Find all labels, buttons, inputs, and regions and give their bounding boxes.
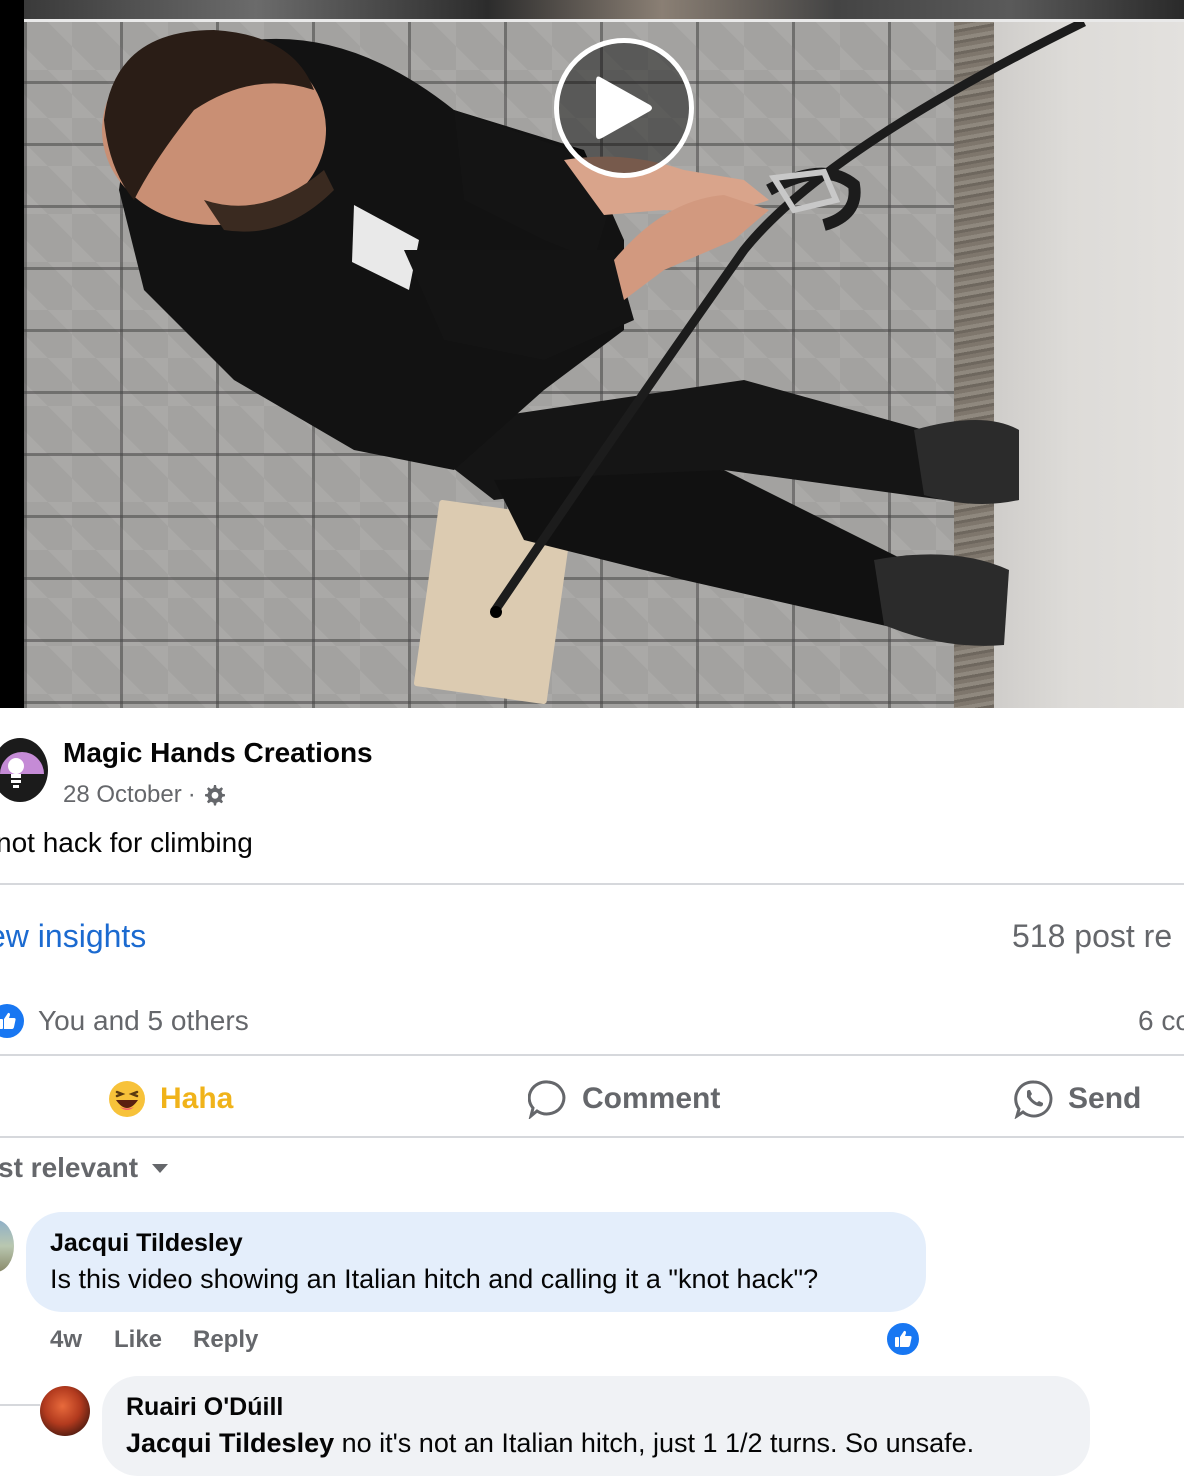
- post-text: not hack for climbing: [0, 827, 253, 858]
- video-previous-frame-strip: [24, 0, 1184, 22]
- page-name[interactable]: Magic Hands Creations: [63, 737, 373, 769]
- reply-bubble: [102, 1376, 1090, 1476]
- comment-label: Comment: [582, 1082, 721, 1115]
- meta-separator: ·: [187, 781, 196, 808]
- reply-mention[interactable]: Jacqui Tildesley: [126, 1428, 334, 1458]
- reply-text: Jacqui Tildesley no it's not an Italian …: [126, 1428, 974, 1459]
- post-date[interactable]: 28 October: [63, 781, 182, 809]
- like-reaction-badge[interactable]: [0, 1004, 24, 1038]
- video-player[interactable]: [0, 0, 1184, 708]
- reply-body: no it's not an Italian hitch, just 1 1/2…: [334, 1428, 975, 1458]
- comment-time[interactable]: 4w: [50, 1326, 82, 1354]
- caret-down-icon: [152, 1164, 169, 1173]
- divider: [0, 883, 1184, 885]
- page-avatar[interactable]: [0, 738, 48, 802]
- comment-bubble: [26, 1212, 926, 1312]
- sort-label: st relevant: [0, 1152, 139, 1183]
- play-icon: [596, 76, 652, 139]
- comment-text: Is this video showing an Italian hitch a…: [50, 1264, 819, 1294]
- comment-icon: [528, 1080, 566, 1119]
- send-label: Send: [1068, 1082, 1142, 1115]
- divider: [0, 1136, 1184, 1138]
- comment-sort-dropdown[interactable]: st relevant: [0, 1152, 170, 1184]
- thumbs-up-icon: [895, 1330, 912, 1347]
- haha-emoji-icon: [109, 1081, 145, 1117]
- haha-button[interactable]: Haha: [108, 1076, 233, 1122]
- reply-author[interactable]: Ruairi O'Dúill: [126, 1393, 283, 1422]
- thumbs-up-icon: [0, 1012, 16, 1029]
- reply-author-avatar[interactable]: [40, 1386, 90, 1436]
- commenter-avatar[interactable]: [0, 1220, 14, 1272]
- comment-reply-button[interactable]: Reply: [193, 1326, 258, 1354]
- whatsapp-icon: [1014, 1080, 1053, 1119]
- post-reach[interactable]: 518 post re: [1012, 918, 1172, 955]
- comment-button[interactable]: Comment: [528, 1076, 720, 1122]
- reactions-summary[interactable]: You and 5 others: [38, 1005, 249, 1037]
- gear-icon[interactable]: [202, 783, 226, 807]
- comment-author[interactable]: Jacqui Tildesley: [50, 1229, 243, 1258]
- play-button[interactable]: [554, 38, 694, 178]
- divider: [0, 1054, 1184, 1056]
- video-letterbox: [0, 0, 24, 708]
- comments-count[interactable]: 6 co: [1138, 1005, 1184, 1037]
- send-button[interactable]: Send: [1014, 1076, 1141, 1122]
- comment-like-button[interactable]: Like: [114, 1326, 162, 1354]
- post-meta: 28 October ·: [63, 781, 226, 809]
- lightbulb-logo-icon: [0, 752, 44, 788]
- haha-label: Haha: [160, 1082, 234, 1115]
- comment-like-reaction[interactable]: [885, 1321, 921, 1357]
- view-insights-link[interactable]: ew insights: [0, 918, 146, 955]
- reply-thread-line: [0, 1404, 40, 1406]
